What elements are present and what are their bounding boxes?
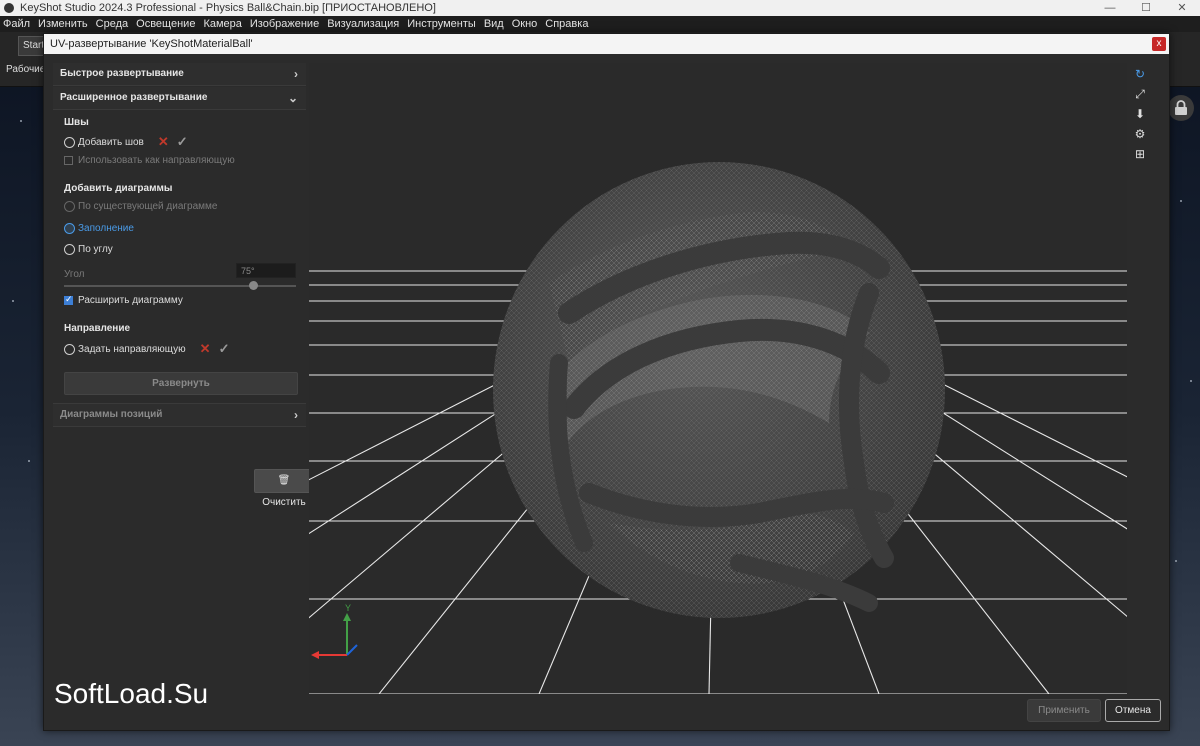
section-quick-label: Быстрое развертывание (60, 68, 184, 79)
menu-tools[interactable]: Инструменты (404, 18, 481, 30)
expand-chart-label: Расширить диаграмму (78, 295, 183, 306)
menu-help[interactable]: Справка (542, 18, 593, 30)
dialog-title: UV-развертывание 'KeyShotMaterialBall' (50, 38, 253, 50)
menu-environment[interactable]: Среда (93, 18, 133, 30)
chevron-right-icon: › (294, 67, 298, 81)
clear-button-label: Очистить (262, 497, 306, 508)
use-as-guide-row[interactable]: Использовать как направляющую (64, 155, 235, 166)
lock-icon (1175, 100, 1187, 115)
by-existing-chart-option[interactable]: По существующей диаграмме (64, 201, 217, 212)
use-as-guide-label: Использовать как направляющую (78, 155, 235, 166)
by-angle-label: По углу (78, 244, 113, 255)
existing-chart-icon (64, 201, 75, 212)
maximize-icon[interactable]: ☐ (1128, 0, 1164, 16)
fill-label: Заполнение (78, 223, 134, 234)
download-icon[interactable]: ⬇ (1132, 106, 1148, 122)
fill-option[interactable]: Заполнение (64, 223, 134, 234)
angle-slider-track[interactable] (64, 285, 296, 287)
add-seam-icon (64, 136, 75, 148)
fit-view-icon[interactable]: ⤢ (1132, 86, 1148, 102)
by-existing-chart-label: По существующей диаграмме (78, 201, 218, 212)
app-title: KeyShot Studio 2024.3 Professional - Phy… (20, 2, 436, 14)
menu-render[interactable]: Визуализация (324, 18, 404, 30)
viewport-scene: Y (309, 162, 1127, 694)
settings-gear-icon[interactable]: ⚙ (1132, 126, 1148, 142)
confirm-guide-icon[interactable]: ✓ (219, 341, 230, 357)
menu-camera[interactable]: Камера (200, 18, 246, 30)
star (28, 460, 30, 462)
refresh-icon[interactable]: ↻ (1132, 66, 1148, 82)
expand-chart-checkbox[interactable] (64, 294, 73, 305)
dialog-titlebar: UV-развертывание 'KeyShotMaterialBall' x (44, 34, 1169, 54)
menu-image[interactable]: Изображение (247, 18, 324, 30)
unwrap-settings-panel: Быстрое развертывание › Расширенное разв… (53, 63, 314, 703)
angle-label: Угол (64, 269, 85, 280)
angle-icon (64, 244, 75, 255)
star (1190, 380, 1192, 382)
unwrap-button[interactable]: Развернуть (64, 372, 298, 395)
angle-slider-thumb[interactable] (249, 281, 258, 290)
close-window-icon[interactable]: ✕ (1164, 0, 1200, 16)
minimize-icon[interactable]: — (1092, 0, 1128, 16)
viewport-tools: ↻ ⤢ ⬇ ⚙ ⊞ (1132, 66, 1148, 166)
set-guide-label: Задать направляющую (78, 343, 186, 355)
menu-view[interactable]: Вид (481, 18, 509, 30)
delete-guide-icon[interactable]: ✕ (200, 341, 211, 357)
trash-icon: 🗑 (277, 475, 291, 486)
menu-window[interactable]: Окно (509, 18, 543, 30)
chevron-right-icon: › (294, 408, 298, 422)
delete-seam-icon[interactable]: ✕ (158, 134, 169, 150)
workspaces-label[interactable]: Рабочие (6, 64, 45, 75)
by-angle-option[interactable]: По углу (64, 244, 113, 255)
star (12, 300, 14, 302)
section-positions-label: Диаграммы позиций (60, 409, 163, 420)
set-guide-row[interactable]: Задать направляющую ✕ ✓ (64, 341, 229, 357)
apply-button[interactable]: Применить (1027, 699, 1101, 722)
3d-viewport[interactable]: Y (309, 63, 1127, 694)
expand-chart-row[interactable]: Расширить диаграмму (64, 294, 183, 306)
fill-icon (64, 223, 75, 234)
add-charts-title: Добавить диаграммы (64, 183, 173, 194)
axis-gizmo: Y (311, 603, 358, 659)
use-as-guide-checkbox[interactable] (64, 156, 73, 165)
confirm-seam-icon[interactable]: ✓ (177, 134, 188, 150)
keyshot-logo-icon (4, 3, 14, 13)
uv-grid-icon[interactable]: ⊞ (1132, 146, 1148, 162)
section-position-charts[interactable]: Диаграммы позиций › (53, 403, 306, 427)
clear-button[interactable]: 🗑 Очистить (254, 469, 314, 508)
menu-edit[interactable]: Изменить (35, 18, 93, 30)
angle-input[interactable]: 75° (236, 263, 296, 278)
set-guide-icon (64, 343, 75, 355)
star (1175, 560, 1177, 562)
app-menubar: Файл Изменить Среда Освещение Камера Изо… (0, 16, 1200, 32)
app-titlebar: KeyShot Studio 2024.3 Professional - Phy… (0, 0, 1200, 16)
star (20, 120, 22, 122)
chevron-down-icon: ⌄ (287, 91, 298, 105)
dialog-close-button[interactable]: x (1152, 37, 1166, 51)
material-ball-mesh (493, 162, 945, 618)
lock-button[interactable] (1168, 95, 1194, 121)
watermark: SoftLoad.Su (54, 678, 209, 709)
seams-title: Швы (64, 117, 89, 128)
direction-title: Направление (64, 323, 131, 334)
section-advanced-label: Расширенное развертывание (60, 92, 208, 103)
cancel-button[interactable]: Отмена (1105, 699, 1161, 722)
add-seam-label: Добавить шов (78, 136, 144, 148)
star (1180, 200, 1182, 202)
section-quick-unwrap[interactable]: Быстрое развертывание › (53, 63, 306, 86)
menu-file[interactable]: Файл (0, 18, 35, 30)
menu-lighting[interactable]: Освещение (133, 18, 200, 30)
axis-y-label: Y (345, 603, 351, 613)
section-advanced-unwrap[interactable]: Расширенное развертывание ⌄ (53, 87, 306, 110)
uv-unwrap-dialog: UV-развертывание 'KeyShotMaterialBall' x… (43, 33, 1170, 731)
add-seam-row[interactable]: Добавить шов ✕ ✓ (64, 134, 188, 150)
